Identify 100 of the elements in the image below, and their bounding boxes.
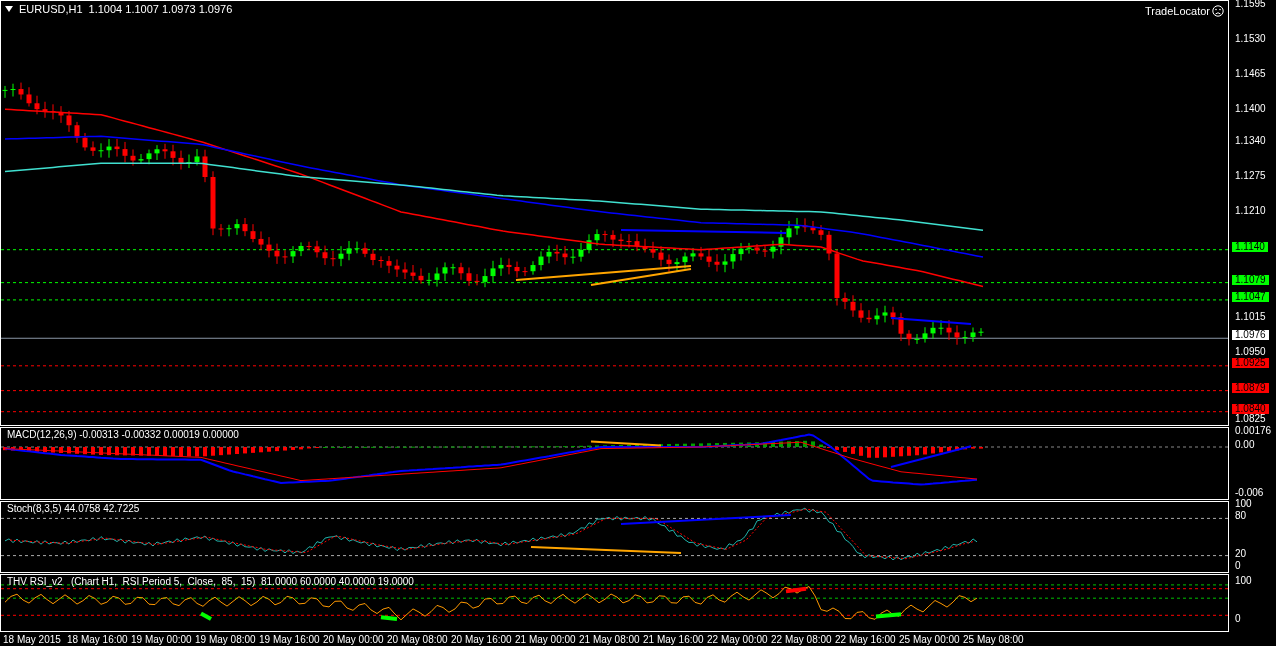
candlestick [770,240,776,259]
candlestick [354,241,360,254]
time-axis-label: 22 May 16:00 [835,633,897,645]
candlestick [218,223,224,237]
candlestick [114,138,120,158]
rsi-tick-label: 100 [1235,576,1252,586]
candlestick [762,245,768,258]
price-level-label: 1.0925 [1232,357,1269,368]
candlestick [706,248,712,268]
price-tick-label: 1.1400 [1235,103,1266,114]
candlestick [442,261,448,282]
candlestick [802,217,808,233]
candlestick [226,224,232,237]
candlestick [394,258,400,278]
candlestick [210,170,216,236]
price-level-label: 1.1079 [1232,274,1269,285]
candlestick [58,105,64,124]
candlestick [10,83,16,97]
candlestick [938,319,944,336]
candlestick [378,255,384,269]
macd-tick-label: 0.00176 [1235,425,1272,436]
candlestick [722,253,728,273]
candlestick [578,242,584,263]
dropdown-triangle-icon[interactable] [5,6,13,12]
candlestick [18,82,24,101]
candlestick [650,241,656,259]
candlestick [962,330,968,345]
candlestick [138,153,144,165]
candlestick [746,242,752,255]
candlestick [850,294,856,318]
candlestick [634,233,640,252]
candlestick [666,253,672,273]
candlestick [274,243,280,265]
candlestick [402,261,408,280]
candlestick [618,233,624,249]
candlestick [866,309,872,324]
candlestick [322,245,328,266]
time-axis-label: 25 May 00:00 [899,633,961,645]
candlestick [826,230,832,261]
ohlc-values: 1.1004 1.1007 1.0973 1.0976 [88,3,233,15]
time-axis-label: 21 May 08:00 [579,633,641,645]
price-tick-label: 1.1210 [1235,206,1266,217]
candlestick [922,326,928,344]
candlestick [530,260,536,276]
time-axis-label: 18 May 2015 [3,633,62,645]
candlestick [98,142,104,158]
candlestick [482,268,488,288]
price-level-label: 1.0879 [1232,382,1269,393]
time-axis-label: 20 May 16:00 [451,633,513,645]
candlestick [786,220,792,246]
candlestick [642,238,648,253]
time-axis-label: 25 May 08:00 [963,633,1025,645]
candlestick [410,264,416,282]
candlestick [626,233,632,249]
candlestick [74,121,80,144]
time-axis-label: 21 May 00:00 [515,633,577,645]
candlestick [202,149,208,183]
candlestick [874,307,880,326]
candlestick [178,150,184,171]
stochastic-tick-label: 0 [1235,561,1241,571]
price-tick-label: 1.1015 [1235,311,1266,322]
candlestick [754,243,760,255]
candlestick [258,230,264,251]
candlestick [882,305,888,323]
time-axis-label: 22 May 00:00 [707,633,769,645]
candlestick [714,253,720,272]
candlestick [794,217,800,236]
candlestick [282,249,288,265]
time-axis-label: 19 May 16:00 [259,633,321,645]
candlestick [26,86,32,107]
candlestick [562,245,568,266]
candlestick [346,240,352,261]
candlestick [50,103,56,120]
candlestick [290,245,296,264]
price-tick-label: 1.1275 [1235,171,1266,182]
candlestick [778,229,784,255]
candlestick [434,266,440,288]
candlestick [602,230,608,243]
candlestick [594,228,600,247]
candlestick [842,292,848,310]
candlestick [978,327,984,337]
stochastic-tick-label: 20 [1235,548,1247,559]
time-axis-label: 21 May 16:00 [643,633,705,645]
candlestick [610,229,616,248]
candlestick [682,252,688,270]
candlestick [306,241,312,251]
candlestick [170,144,176,166]
candlestick [834,248,840,307]
price-level-label: 1.0976 [1232,330,1269,341]
candlestick [450,263,456,276]
trend-line [590,440,662,447]
candlestick [90,140,96,157]
candlestick [890,306,896,326]
symbol-label: EURUSD,H1 [19,3,83,15]
candlestick [898,312,904,342]
candlestick [458,262,464,281]
frown-face-icon[interactable] [1212,5,1224,17]
candlestick [514,261,520,279]
candlestick [418,267,424,285]
candlestick [658,245,664,267]
